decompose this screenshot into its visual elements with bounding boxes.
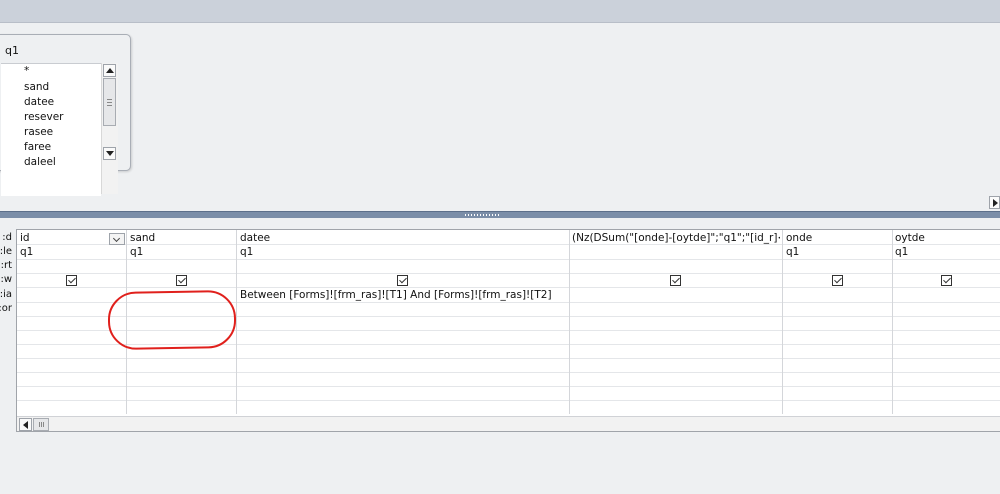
red-annotation-circle bbox=[107, 289, 237, 351]
field-list[interactable]: * sand datee resever rasee faree daleel bbox=[1, 63, 101, 196]
column-5-field[interactable]: onde bbox=[786, 232, 812, 244]
grip-line bbox=[107, 102, 112, 103]
row-label-table: le: bbox=[0, 246, 12, 257]
column-1-field[interactable]: id bbox=[20, 232, 108, 244]
arrow-left-icon bbox=[23, 421, 28, 429]
row-label-or: or: bbox=[0, 303, 12, 314]
column-3-show-checkbox[interactable] bbox=[397, 275, 408, 286]
column-2-field[interactable]: sand bbox=[130, 232, 155, 244]
grid-column-line bbox=[569, 230, 570, 414]
column-5-show-checkbox[interactable] bbox=[832, 275, 843, 286]
grid-horizontal-scrollbar[interactable] bbox=[17, 416, 1000, 431]
table-title[interactable]: q1 bbox=[5, 44, 19, 57]
grip-line bbox=[39, 422, 40, 427]
column-3-table[interactable]: q1 bbox=[240, 246, 253, 258]
title-bar bbox=[0, 0, 1000, 23]
grip-line bbox=[41, 422, 42, 427]
field-item-resever[interactable]: resever bbox=[24, 111, 63, 123]
column-4-field[interactable]: (Nz(DSum("[onde]-[oytde]";"q1";"[id_r]<=… bbox=[572, 232, 780, 244]
field-item-star[interactable]: * bbox=[24, 65, 29, 77]
grid-column-line bbox=[782, 230, 783, 414]
column-6-field[interactable]: oytde bbox=[895, 232, 925, 244]
scroll-left-button[interactable] bbox=[19, 418, 32, 431]
column-3-criteria[interactable]: Between [Forms]![frm_ras]![T1] And [Form… bbox=[240, 289, 566, 301]
scroll-down-button[interactable] bbox=[103, 147, 116, 160]
grid-row-line bbox=[17, 386, 1000, 387]
grid-row-line bbox=[17, 287, 1000, 288]
column-6-show-checkbox[interactable] bbox=[941, 275, 952, 286]
column-6-table[interactable]: q1 bbox=[895, 246, 908, 258]
column-2-table[interactable]: q1 bbox=[130, 246, 143, 258]
arrow-down-icon bbox=[106, 151, 114, 156]
row-label-sort: rt: bbox=[0, 260, 12, 271]
field-item-rasee[interactable]: rasee bbox=[24, 126, 53, 138]
grip-line bbox=[107, 105, 112, 106]
grid-row-line bbox=[17, 358, 1000, 359]
grid-row-line bbox=[17, 400, 1000, 401]
grid-row-line bbox=[17, 259, 1000, 260]
row-label-criteria: ia: bbox=[0, 289, 12, 300]
scroll-up-button[interactable] bbox=[103, 64, 116, 77]
column-2-show-checkbox[interactable] bbox=[176, 275, 187, 286]
row-label-show: w: bbox=[0, 274, 12, 285]
table-field-list-q1[interactable]: q1 * sand datee resever rasee faree dale… bbox=[0, 34, 131, 196]
grid-row-line bbox=[17, 244, 1000, 245]
field-item-daleel[interactable]: daleel bbox=[24, 156, 56, 168]
column-1-show-checkbox[interactable] bbox=[66, 275, 77, 286]
grip-line bbox=[43, 422, 44, 427]
table-pane bbox=[0, 23, 1000, 211]
grid-column-line bbox=[236, 230, 237, 414]
grid-row-line bbox=[17, 372, 1000, 373]
column-3-field[interactable]: datee bbox=[240, 232, 270, 244]
column-4-show-checkbox[interactable] bbox=[670, 275, 681, 286]
column-1-table[interactable]: q1 bbox=[20, 246, 33, 258]
field-item-faree[interactable]: faree bbox=[24, 141, 51, 153]
column-5-table[interactable]: q1 bbox=[786, 246, 799, 258]
grid-row-line bbox=[17, 273, 1000, 274]
arrow-up-icon bbox=[106, 68, 114, 73]
row-label-field: d: bbox=[2, 232, 12, 243]
splitter-grip[interactable] bbox=[465, 214, 501, 216]
field-item-datee[interactable]: datee bbox=[24, 96, 54, 108]
field-item-sand[interactable]: sand bbox=[24, 81, 49, 93]
field-list-scrollbar[interactable] bbox=[101, 63, 118, 194]
grip-line bbox=[107, 99, 112, 100]
chevron-down-icon[interactable] bbox=[109, 233, 125, 245]
horizontal-scroll-thumb[interactable] bbox=[33, 418, 49, 431]
arrow-right-icon bbox=[993, 199, 998, 207]
pane-scroll-right-button[interactable] bbox=[989, 196, 1000, 209]
scroll-thumb[interactable] bbox=[103, 78, 116, 126]
grid-column-line bbox=[892, 230, 893, 414]
